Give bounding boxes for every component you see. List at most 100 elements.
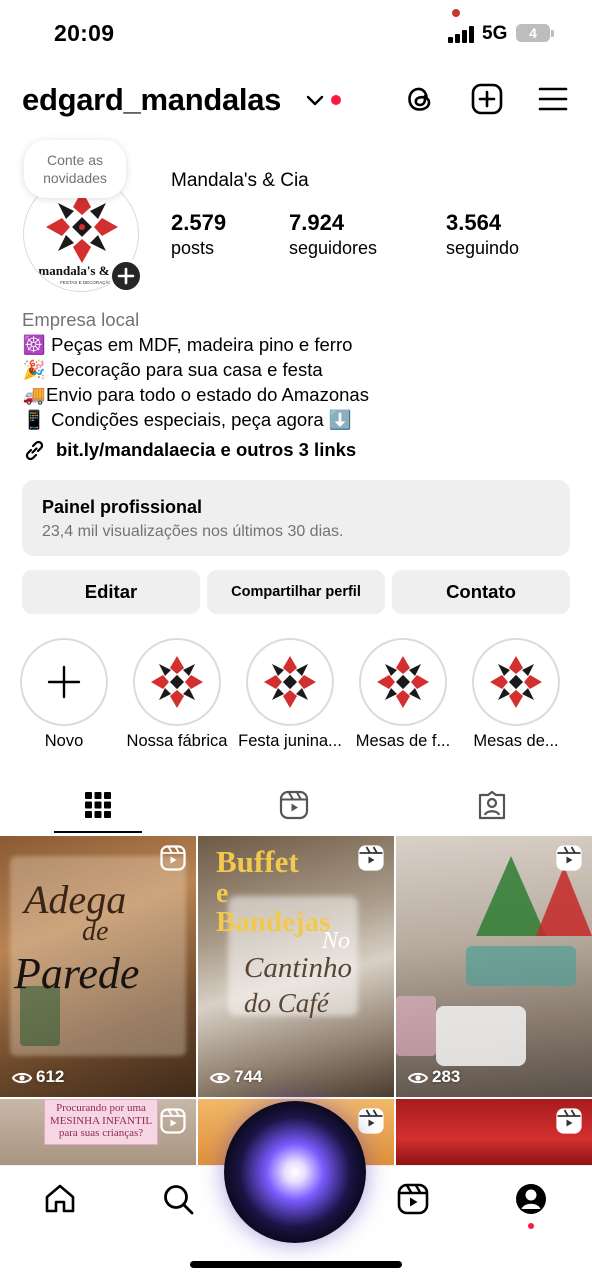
- home-indicator[interactable]: [190, 1261, 402, 1268]
- reel-badge-icon: [556, 845, 582, 871]
- tab-reels[interactable]: [250, 780, 338, 834]
- view-count-text: 612: [36, 1067, 65, 1086]
- post-view-count: 283: [407, 1067, 461, 1087]
- reel-badge-icon: [160, 1108, 186, 1134]
- mandala-logo-icon: [490, 656, 542, 708]
- highlight-ring: [133, 638, 221, 726]
- view-count-text: 283: [432, 1067, 461, 1086]
- bio-text: Envio para todo o estado do Amazonas: [46, 384, 369, 405]
- post-tile[interactable]: Procurando por uma MESINHA INFANTIL para…: [0, 1099, 196, 1165]
- posts-label: posts: [171, 238, 215, 258]
- followers-count: 7.924: [289, 210, 345, 235]
- threads-icon[interactable]: [403, 82, 437, 116]
- highlight-ring: [246, 638, 334, 726]
- mandala-logo-icon: [377, 656, 429, 708]
- post-view-count: 744: [209, 1067, 262, 1087]
- post-title: Buffet: [216, 844, 299, 879]
- highlight-label: Novo: [44, 732, 84, 750]
- home-icon[interactable]: [43, 1182, 77, 1216]
- post-caption: Procurando por uma MESINHA INFANTIL para…: [44, 1099, 158, 1145]
- mandala-logo-icon: [264, 656, 316, 708]
- followers-stat[interactable]: 7.924 seguidores: [289, 210, 377, 259]
- bio-text: Decoração para sua casa e festa: [46, 359, 323, 380]
- display-name: Mandala's & Cia: [171, 170, 309, 191]
- chevron-down-icon[interactable]: [306, 94, 324, 108]
- post-title: Cantinho: [244, 952, 352, 984]
- following-stat[interactable]: 3.564 seguindo: [446, 210, 519, 259]
- highlight-label: Nossa fábrica: [126, 732, 228, 750]
- post-title: do Café: [244, 988, 329, 1018]
- highlight-ring: [472, 638, 560, 726]
- truck-emoji-icon: 🚚: [22, 384, 46, 405]
- account-username-switcher[interactable]: edgard_mandalas: [22, 82, 281, 118]
- plus-icon: [47, 665, 81, 699]
- bio-text: Condições especiais, peça agora ⬇️: [46, 409, 352, 430]
- business-category: Empresa local: [22, 309, 140, 330]
- note-bubble[interactable]: Conte as novidades: [24, 140, 126, 198]
- reels-icon: [279, 790, 309, 820]
- pro-panel-title: Painel profissional: [42, 497, 203, 517]
- highlight-cover: [140, 645, 214, 719]
- post-title: de: [82, 916, 109, 947]
- eye-icon: [11, 1072, 33, 1084]
- grid-icon: [85, 792, 111, 818]
- highlight-cover: [253, 645, 327, 719]
- highlight-ring: [359, 638, 447, 726]
- profile-header: edgard_mandalas: [0, 72, 592, 128]
- create-post-icon[interactable]: [470, 82, 504, 116]
- mandala-logo-icon: [151, 656, 203, 708]
- post-view-count: 612: [11, 1067, 65, 1087]
- contact-button[interactable]: Contato: [392, 570, 570, 614]
- search-icon[interactable]: [161, 1182, 195, 1216]
- tab-tagged[interactable]: [448, 780, 536, 834]
- party-emoji-icon: 🎉: [22, 359, 46, 380]
- pro-panel-subtitle: 23,4 mil visualizações nos últimos 30 di…: [42, 523, 344, 540]
- menu-icon[interactable]: [536, 82, 570, 116]
- post-tile[interactable]: [396, 1099, 592, 1165]
- highlight-ring: [20, 638, 108, 726]
- tab-grid[interactable]: [54, 780, 142, 834]
- bio-line: 📱 Condições especiais, peça agora ⬇️: [22, 407, 582, 432]
- highlight-label: Mesas de f...: [355, 732, 451, 750]
- reel-badge-icon: [160, 845, 186, 871]
- battery-level: 4: [529, 25, 537, 41]
- tagged-person-icon: [478, 790, 506, 820]
- bio: Empresa local ☸️ Peças em MDF, madeira p…: [22, 307, 582, 432]
- post-title: Adega: [24, 877, 127, 922]
- highlight-cover: [366, 645, 440, 719]
- professional-dashboard[interactable]: Painel profissional 23,4 mil visualizaçõ…: [22, 480, 570, 556]
- bio-line: 🚚Envio para todo o estado do Amazonas: [22, 382, 582, 407]
- edit-profile-button[interactable]: Editar: [22, 570, 200, 614]
- eye-icon: [407, 1072, 429, 1084]
- signal-icon: [448, 25, 474, 43]
- avatar-logo-text: mandala's &: [38, 263, 109, 278]
- eye-icon: [209, 1072, 231, 1084]
- battery-icon: 4: [516, 24, 550, 42]
- post-tile[interactable]: Buffet e Bandejas No Cantinho do Café 74…: [198, 836, 394, 1097]
- plus-icon: [117, 267, 135, 285]
- reel-badge-icon: [556, 1108, 582, 1134]
- posts-count: 2.579: [171, 210, 227, 235]
- highlight-label: Festa junina...: [238, 732, 342, 750]
- phone-emoji-icon: 📱: [22, 409, 46, 430]
- following-count: 3.564: [446, 210, 502, 235]
- wheel-emoji-icon: ☸️: [22, 334, 46, 355]
- bio-line: 🎉 Decoração para sua casa e festa: [22, 357, 582, 382]
- followers-label: seguidores: [289, 238, 378, 258]
- reels-icon[interactable]: [396, 1182, 430, 1216]
- posts-stat[interactable]: 2.579 posts: [171, 210, 226, 259]
- add-story-button[interactable]: [109, 259, 143, 293]
- share-profile-button[interactable]: Compartilhar perfil: [207, 570, 385, 614]
- highlight-cover: [479, 645, 553, 719]
- post-tile[interactable]: 283: [396, 836, 592, 1097]
- post-title: No: [322, 928, 351, 954]
- profile-icon[interactable]: [514, 1182, 548, 1216]
- reel-badge-icon: [358, 845, 384, 871]
- bio-link-text[interactable]: bit.ly/mandalaecia e outros 3 links: [56, 439, 356, 461]
- post-tile[interactable]: Adega de Parede 612: [0, 836, 196, 1097]
- notification-dot: [528, 1223, 534, 1229]
- bio-line: ☸️ Peças em MDF, madeira pino e ferro: [22, 332, 582, 357]
- notification-dot: [331, 95, 341, 105]
- battery-cap: [551, 30, 554, 37]
- avatar-logo-sub: FESTAS E DECORAÇÃO: [60, 279, 112, 285]
